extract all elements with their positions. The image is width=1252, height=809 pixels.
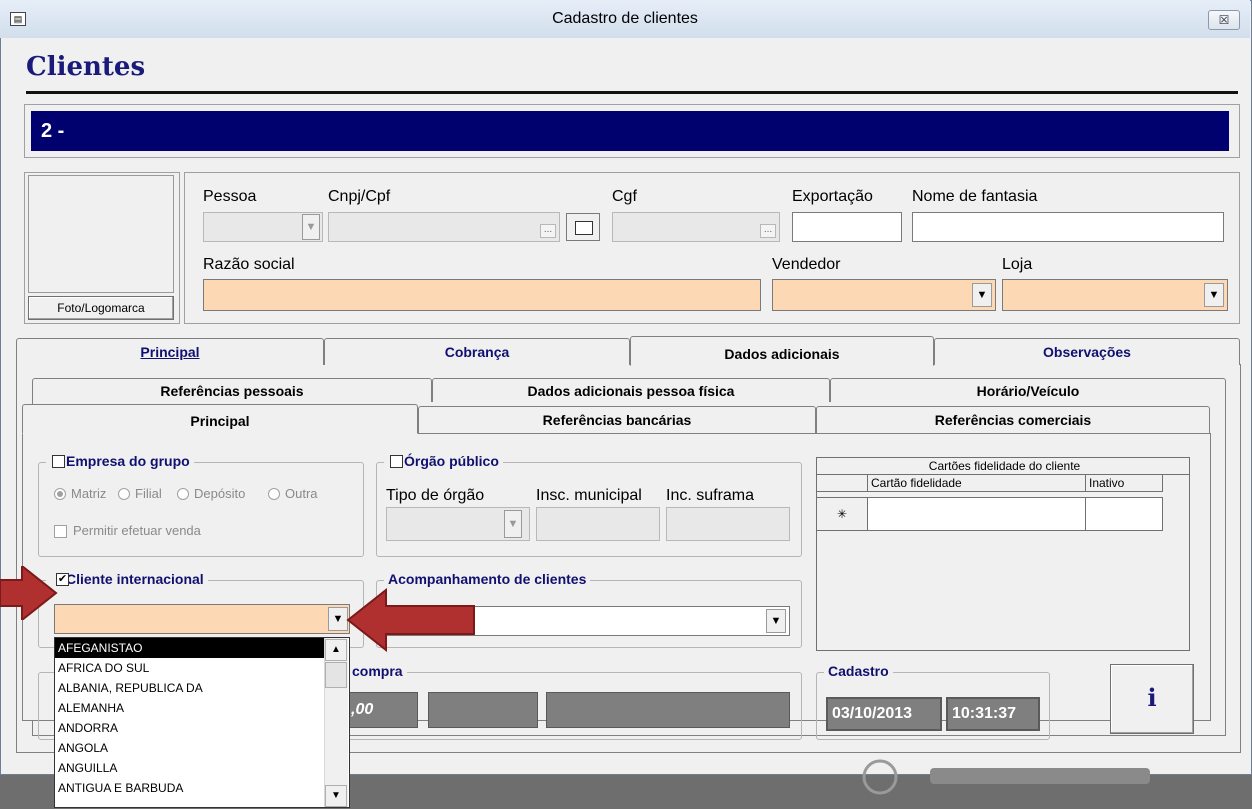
tab-principal[interactable]: Principal	[16, 338, 324, 365]
country-option[interactable]: ANGOLA	[55, 738, 325, 758]
subtab-referencias-bancarias[interactable]: Referências bancárias	[418, 406, 816, 433]
loja-label: Loja	[1002, 256, 1033, 273]
pais-select[interactable]	[54, 604, 350, 634]
nome-fantasia-label: Nome de fantasia	[912, 188, 1038, 205]
tab-principal-label: Principal	[140, 344, 200, 360]
cartoes-grid-title: Cartões fidelidade do cliente	[816, 457, 1190, 475]
subtab-dados-pessoa-fisica[interactable]: Dados adicionais pessoa física	[432, 378, 830, 403]
pais-dropdown-icon[interactable]: ▼	[328, 607, 348, 631]
subtab-referencias-pessoais[interactable]: Referências pessoais	[32, 378, 432, 403]
photo-logo-button[interactable]: Foto/Logomarca	[28, 296, 174, 320]
cnpj-ellipsis-button[interactable]: ...	[540, 224, 556, 238]
cgf-input[interactable]	[612, 212, 780, 242]
cartao-fidelidade-cell[interactable]	[867, 497, 1086, 531]
cnpj-lookup-button[interactable]	[566, 213, 600, 241]
country-option[interactable]: ANGUILLA	[55, 758, 325, 778]
razao-social-input[interactable]	[203, 279, 761, 311]
radio-matriz[interactable]	[54, 488, 66, 500]
watermark-logo-icon	[860, 752, 1160, 802]
col-cartao-fidelidade[interactable]: Cartão fidelidade	[867, 474, 1086, 492]
radio-deposito[interactable]	[177, 488, 189, 500]
radio-outra-label: Outra	[285, 486, 318, 501]
radio-matriz-label: Matriz	[71, 486, 107, 501]
info-icon: i	[1147, 683, 1157, 712]
left-red-arrow-icon	[0, 566, 58, 620]
pessoa-label: Pessoa	[203, 188, 257, 205]
compra-title: compra	[348, 663, 407, 679]
tipo-orgao-label: Tipo de órgão	[386, 487, 485, 504]
empresa-grupo-group	[38, 462, 364, 557]
cadastro-time: 10:31:37	[946, 697, 1040, 731]
tab-cobranca[interactable]: Cobrança	[324, 338, 630, 365]
subtab-horario-veiculo[interactable]: Horário/Veículo	[830, 378, 1226, 403]
right-red-arrow-icon	[346, 588, 475, 652]
subtab-referencias-comerciais[interactable]: Referências comerciais	[816, 406, 1210, 433]
insc-municipal-input[interactable]	[536, 507, 660, 541]
compra-field-2	[428, 692, 538, 728]
vendedor-select[interactable]	[772, 279, 996, 311]
inc-suframa-input[interactable]	[666, 507, 790, 541]
radio-outra[interactable]	[268, 488, 280, 500]
subtab-principal[interactable]: Principal	[22, 404, 418, 434]
cliente-internacional-title: Cliente internacional	[46, 571, 208, 587]
tab-dados-adicionais[interactable]: Dados adicionais	[630, 336, 934, 366]
vendedor-dropdown-icon[interactable]: ▼	[972, 283, 992, 307]
close-button[interactable]: ☒	[1208, 10, 1240, 30]
insc-municipal-label: Insc. municipal	[536, 487, 642, 504]
new-row-indicator-icon: ✳	[816, 497, 868, 531]
acompanhamento-title: Acompanhamento de clientes	[384, 571, 591, 587]
radio-deposito-label: Depósito	[194, 486, 246, 501]
permitir-venda-checkbox[interactable]	[54, 525, 67, 538]
country-option[interactable]: ANDORRA	[55, 718, 325, 738]
radio-filial-label: Filial	[135, 486, 162, 501]
page-title: Clientes	[26, 52, 146, 82]
permitir-venda-label: Permitir efetuar venda	[73, 523, 201, 538]
grid-corner-cell	[816, 474, 868, 492]
title-divider	[26, 91, 1238, 94]
empresa-grupo-checkbox[interactable]	[52, 455, 65, 468]
cgf-label: Cgf	[612, 188, 637, 205]
radio-filial[interactable]	[118, 488, 130, 500]
cnpj-label: Cnpj/Cpf	[328, 188, 391, 205]
scrollbar-thumb[interactable]	[325, 662, 347, 688]
inativo-cell[interactable]	[1085, 497, 1163, 531]
country-option[interactable]: AFEGANISTAO	[55, 638, 325, 658]
info-button[interactable]: i	[1110, 664, 1194, 734]
col-inativo[interactable]: Inativo	[1085, 474, 1163, 492]
country-option[interactable]: ALBANIA, REPUBLICA DA	[55, 678, 325, 698]
cgf-ellipsis-button[interactable]: ...	[760, 224, 776, 238]
country-option[interactable]: AFRICA DO SUL	[55, 658, 325, 678]
window-title: Cadastro de clientes	[552, 10, 698, 27]
cadastro-title: Cadastro	[824, 663, 893, 679]
scroll-up-icon[interactable]: ▲	[325, 639, 347, 661]
country-option[interactable]: ALEMANHA	[55, 698, 325, 718]
nome-fantasia-input[interactable]	[912, 212, 1224, 242]
inc-suframa-label: Inc. suframa	[666, 487, 755, 504]
empresa-grupo-title: Empresa do grupo	[46, 453, 194, 469]
loja-select[interactable]	[1002, 279, 1228, 311]
exportacao-label: Exportação	[792, 188, 873, 205]
photo-placeholder	[28, 175, 174, 293]
scroll-down-icon[interactable]: ▼	[325, 785, 347, 807]
razao-social-label: Razão social	[203, 256, 295, 273]
watermark-graphic	[862, 759, 1150, 795]
cnpj-input[interactable]	[328, 212, 560, 242]
loja-dropdown-icon[interactable]: ▼	[1204, 283, 1224, 307]
record-id-bar: 2 -	[31, 111, 1229, 151]
compra-field-3	[546, 692, 790, 728]
card-icon	[575, 221, 593, 235]
country-option[interactable]: ANTIGUA E BARBUDA	[55, 778, 325, 798]
pessoa-dropdown-icon[interactable]: ▼	[302, 214, 320, 240]
vendedor-label: Vendedor	[772, 256, 841, 273]
cadastro-date: 03/10/2013	[826, 697, 942, 731]
acompanhamento-dropdown-icon[interactable]: ▼	[766, 609, 786, 633]
orgao-publico-checkbox[interactable]	[390, 455, 403, 468]
exportacao-input[interactable]	[792, 212, 902, 242]
tab-observacoes[interactable]: Observações	[934, 338, 1240, 365]
tipo-orgao-dropdown-icon[interactable]: ▼	[504, 510, 522, 538]
